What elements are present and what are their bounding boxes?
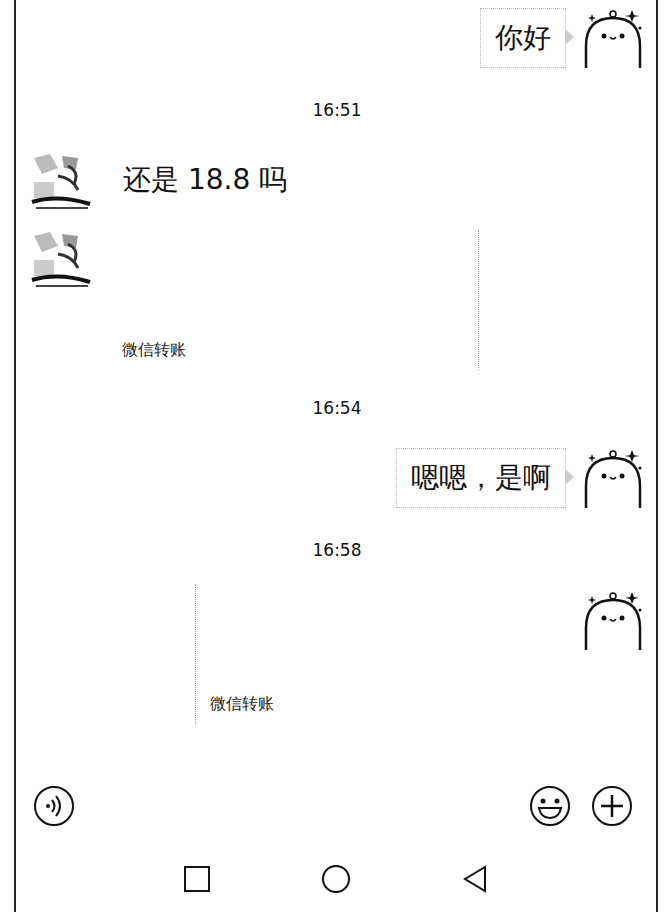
message-list: 你好 16:51 还是 18.8 吗微信转账 16:54 嗯嗯，是啊 16:58 微信转账 (16, 0, 656, 766)
emoji-button[interactable] (528, 784, 572, 828)
transfer-row: 微信转账 (28, 582, 646, 730)
navigation-bar (16, 846, 656, 912)
message-row: 嗯嗯，是啊 (28, 440, 646, 518)
message-row: 你好 (28, 0, 646, 78)
voice-button[interactable] (32, 784, 76, 828)
my-avatar[interactable] (580, 446, 646, 512)
more-button[interactable] (590, 784, 634, 828)
cartoon-avatar-icon (580, 6, 646, 72)
message-bubble[interactable]: 嗯嗯，是啊 (396, 448, 566, 508)
back-icon[interactable] (461, 865, 489, 893)
message-bubble[interactable]: 还是 18.8 吗 (108, 150, 302, 210)
contact-photo-icon (28, 226, 94, 292)
contact-avatar[interactable] (28, 226, 94, 292)
contact-photo-icon (28, 148, 94, 214)
plus-icon (591, 785, 633, 827)
chat-screen: 你好 16:51 还是 18.8 吗微信转账 16:54 嗯嗯，是啊 16:58 微信转账 (14, 0, 658, 912)
cartoon-avatar-icon (580, 446, 646, 512)
emoji-icon (529, 785, 571, 827)
timestamp: 16:51 (28, 78, 646, 142)
my-avatar[interactable] (580, 588, 646, 654)
contact-avatar[interactable] (28, 148, 94, 214)
input-bar (16, 766, 656, 846)
message-bubble[interactable]: 你好 (480, 8, 566, 68)
transfer-label: 微信转账 (196, 686, 566, 724)
message-row: 还是 18.8 吗 (28, 142, 646, 220)
transfer-card[interactable]: 微信转账 (195, 584, 566, 724)
recent-apps-icon[interactable] (183, 865, 211, 893)
my-avatar[interactable] (580, 6, 646, 72)
cartoon-avatar-icon (580, 588, 646, 654)
voice-icon (33, 785, 75, 827)
home-icon[interactable] (321, 864, 351, 894)
transfer-label: 微信转账 (108, 332, 478, 370)
transfer-row: 微信转账 (28, 220, 646, 376)
timestamp: 16:58 (28, 518, 646, 582)
transfer-card[interactable]: 微信转账 (108, 230, 479, 370)
timestamp: 16:54 (28, 376, 646, 440)
